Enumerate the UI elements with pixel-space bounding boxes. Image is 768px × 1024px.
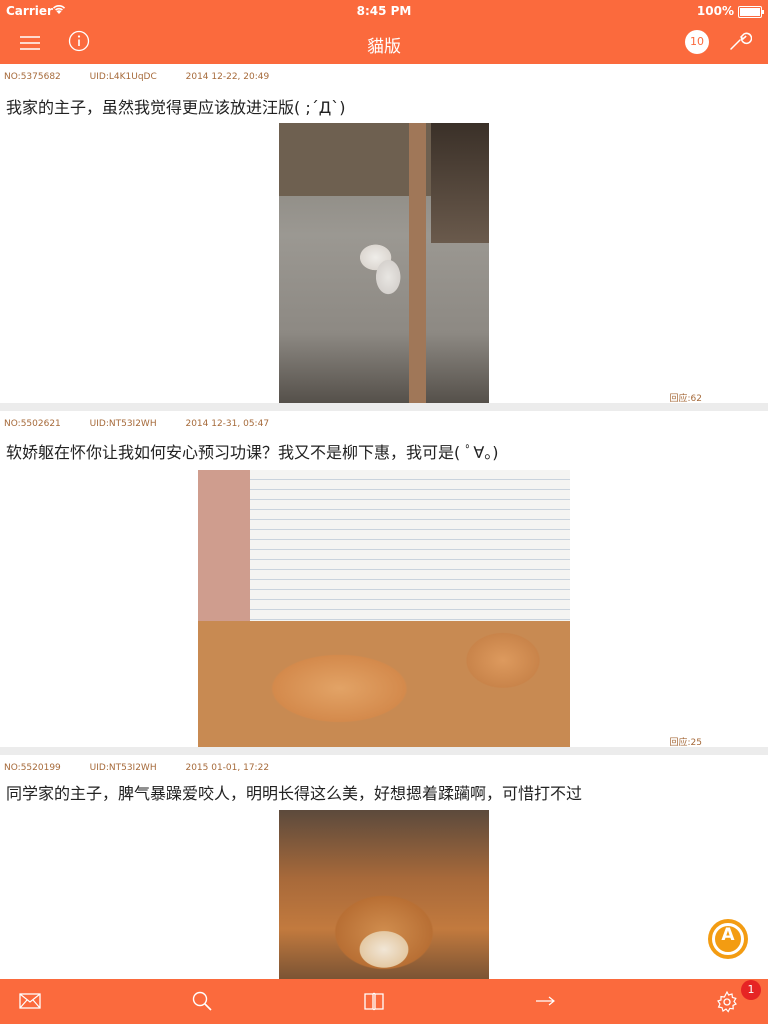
page-title: 貓版 xyxy=(367,37,401,57)
thread-list[interactable]: NO:5375682 UID:L4K1UqDC 2014 12-22, 20:4… xyxy=(0,64,768,979)
status-time: 8:45 PM xyxy=(356,4,412,18)
post-uid: UID:L4K1UqDC xyxy=(89,72,157,82)
divider xyxy=(0,403,768,411)
mail-icon[interactable] xyxy=(18,990,44,1014)
top-bar: Carrier 8:45 PM 100% 貓版 10 xyxy=(0,0,768,64)
settings-badge: 1 xyxy=(741,980,761,1000)
post-number: NO:5375682 xyxy=(4,72,61,82)
floating-action-button[interactable]: A xyxy=(708,919,748,959)
post-text: 软娇躯在怀你让我如何安心预习功课？我又不是柳下惠，我可是( ﾟ∀。) xyxy=(6,443,499,462)
book-icon[interactable] xyxy=(362,990,388,1014)
post-uid: UID:NT53I2WH xyxy=(89,763,157,773)
post-date: 2014 12-22, 20:49 xyxy=(185,72,270,82)
post-image[interactable] xyxy=(198,470,570,750)
post-card[interactable]: NO:5520199 UID:NT53I2WH 2015 01-01, 17:2… xyxy=(0,755,768,979)
notification-count-badge[interactable]: 10 xyxy=(685,30,709,54)
wrench-icon[interactable] xyxy=(726,28,753,54)
post-meta: NO:5520199 UID:NT53I2WH 2015 01-01, 17:2… xyxy=(4,763,295,773)
post-meta: NO:5375682 UID:L4K1UqDC 2014 12-22, 20:4… xyxy=(4,72,295,82)
arrow-right-icon[interactable] xyxy=(533,990,559,1014)
post-date: 2015 01-01, 17:22 xyxy=(185,763,270,773)
battery-icon xyxy=(738,6,764,18)
post-uid: UID:NT53I2WH xyxy=(89,419,157,429)
status-bar: Carrier 8:45 PM 100% xyxy=(0,0,768,22)
divider xyxy=(0,747,768,755)
search-icon[interactable] xyxy=(190,990,216,1014)
post-image[interactable] xyxy=(279,810,489,979)
post-number: NO:5502621 xyxy=(4,419,61,429)
tab-bar: 1 xyxy=(0,979,768,1024)
floating-button-letter: A xyxy=(721,925,735,945)
post-image[interactable] xyxy=(279,123,489,403)
post-card[interactable]: NO:5375682 UID:L4K1UqDC 2014 12-22, 20:4… xyxy=(0,64,768,404)
post-meta: NO:5502621 UID:NT53I2WH 2014 12-31, 05:4… xyxy=(4,419,295,429)
post-text: 同学家的主子，脾气暴躁爱咬人，明明长得这么美，好想摁着蹂躏啊，可惜打不过 xyxy=(6,784,583,803)
post-date: 2014 12-31, 05:47 xyxy=(185,419,270,429)
gear-icon[interactable]: 1 xyxy=(715,980,761,1014)
post-text: 我家的主子，虽然我觉得更应该放进汪版( ;´Д`) xyxy=(6,98,346,117)
battery-percent: 100% xyxy=(696,4,734,18)
nav-bar: 貓版 10 xyxy=(0,22,768,64)
post-number: NO:5520199 xyxy=(4,763,61,773)
post-card[interactable]: NO:5502621 UID:NT53I2WH 2014 12-31, 05:4… xyxy=(0,411,768,750)
